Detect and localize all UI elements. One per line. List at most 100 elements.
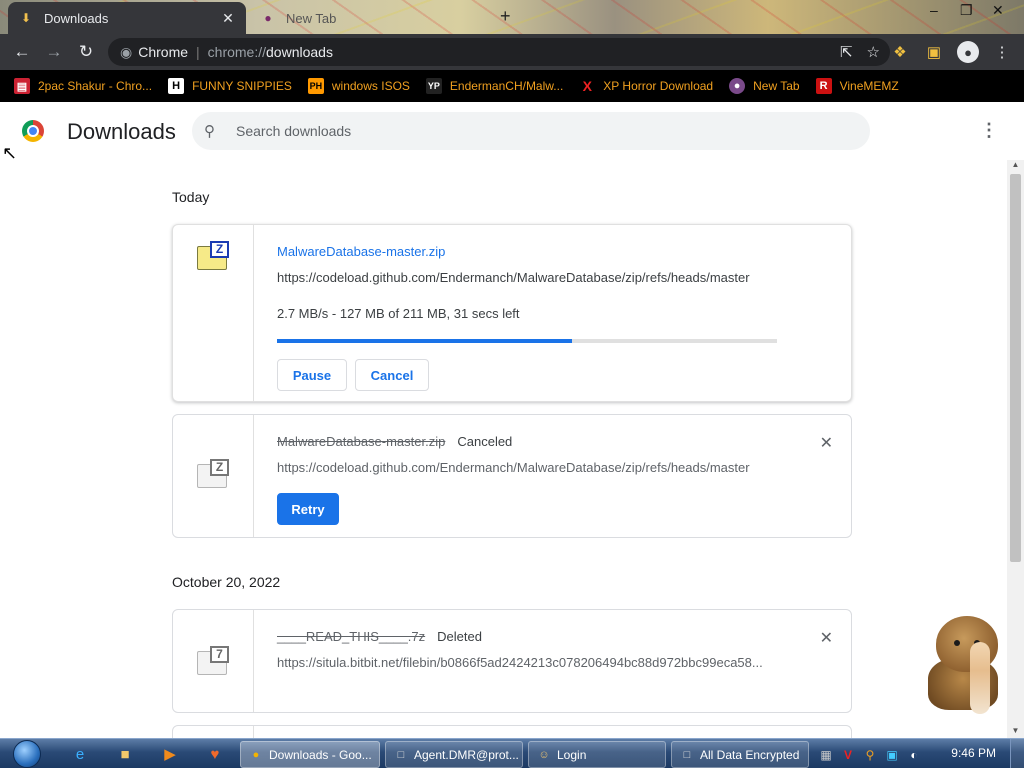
tray-app-icon[interactable]: ▦ xyxy=(818,747,834,763)
bookmark-item[interactable]: ● New Tab xyxy=(729,78,800,94)
extensions-puzzle-icon[interactable]: ❖ xyxy=(886,36,914,68)
remove-from-list-icon[interactable]: ✕ xyxy=(820,433,833,453)
chrome-icon: ● xyxy=(252,748,260,761)
r-icon: R xyxy=(815,78,832,94)
close-window-icon[interactable]: ✕ xyxy=(992,2,1004,19)
taskbar-item-login[interactable]: ☺ Login xyxy=(528,741,666,768)
internet-explorer-icon[interactable]: e xyxy=(66,742,94,766)
scroll-up-arrow-icon[interactable]: ▲ xyxy=(1007,160,1024,172)
pause-button[interactable]: Pause xyxy=(277,359,347,391)
tray-volume-icon[interactable]: ◐ xyxy=(906,747,922,763)
restore-icon[interactable]: ❐ xyxy=(960,2,973,19)
bookmark-item[interactable]: ▤ 2pac Shakur - Chro... xyxy=(14,78,152,94)
bookmark-item[interactable]: PH windows ISOS xyxy=(307,78,410,94)
taskbar-item-agent[interactable]: □ Agent.DMR@prot... xyxy=(385,741,523,768)
address-bar[interactable]: ◉ Chrome | chrome:// downloads ⇱ ☆ xyxy=(108,38,890,66)
separator: | xyxy=(196,44,200,60)
search-icon: ⚲ xyxy=(204,123,215,140)
progress-status: 2.7 MB/s - 127 MB of 211 MB, 31 secs lef… xyxy=(277,306,520,321)
clock[interactable]: 9:46 PM xyxy=(951,746,996,760)
new-tab-plus-icon[interactable]: + xyxy=(500,6,511,27)
bookmark-label: FUNNY SNIPPIES xyxy=(192,79,292,93)
file-url[interactable]: https://codeload.github.com/Endermanch/M… xyxy=(277,460,777,475)
chrome-site-icon: ◉ xyxy=(120,43,133,60)
file-icon-column: Z xyxy=(173,225,254,401)
app-pinned-icon[interactable]: ♥ xyxy=(201,742,229,766)
scroll-down-arrow-icon[interactable]: ▼ xyxy=(1007,726,1024,738)
more-actions-icon[interactable]: ⋮ xyxy=(980,120,998,141)
file-name-text: ____READ_THIS____.7z xyxy=(277,629,426,644)
file-name-link[interactable]: MalwareDatabase-master.zip xyxy=(277,244,445,259)
chrome-logo-icon xyxy=(22,120,44,142)
user-icon: ☺ xyxy=(538,748,550,761)
forward-arrow-icon[interactable]: → xyxy=(38,36,70,68)
globe-icon: ● xyxy=(729,78,746,94)
search-box[interactable]: ⚲ xyxy=(192,112,870,150)
site-label: Chrome xyxy=(138,44,189,60)
desktop-mascot[interactable] xyxy=(918,612,1006,714)
url-path: downloads xyxy=(266,44,333,60)
cancel-button[interactable]: Cancel xyxy=(355,359,429,391)
7z-file-icon: 7 xyxy=(197,646,229,676)
side-panel-icon[interactable]: ▣ xyxy=(920,36,948,68)
folder-icon[interactable]: ■ xyxy=(111,742,139,766)
bookmark-item[interactable]: YP EndermanCH/Malw... xyxy=(425,78,564,94)
tab-strip: ⬇ Downloads ✕ ● New Tab + – ❐ ✕ xyxy=(0,0,1024,34)
bookmark-item[interactable]: X XP Horror Download xyxy=(579,78,714,94)
reload-icon[interactable]: ↻ xyxy=(70,36,102,68)
bookmark-item[interactable]: R VineMEMZ xyxy=(815,78,899,94)
remove-from-list-icon[interactable]: ✕ xyxy=(820,628,833,648)
download-card: Z MalwareDatabase-master.zip https://cod… xyxy=(172,224,852,402)
taskbar-item-chrome[interactable]: ● Downloads - Goo... xyxy=(240,741,380,768)
file-icon-column: Z xyxy=(173,415,254,537)
download-card xyxy=(172,725,852,738)
bookmark-label: EndermanCH/Malw... xyxy=(449,79,564,93)
status-label: Canceled xyxy=(457,434,513,449)
tray-search-icon[interactable]: ⚲ xyxy=(862,747,878,763)
downloads-page: Downloads ⚲ ⋮ Today Z MalwareDatabase-ma… xyxy=(0,102,1024,738)
file-name-text: MalwareDatabase-master.zip xyxy=(277,434,446,449)
task-label: All Data Encrypted xyxy=(700,747,800,762)
search-input[interactable] xyxy=(236,123,836,139)
show-desktop-button[interactable] xyxy=(1010,739,1024,768)
globe-icon: ● xyxy=(264,11,272,25)
profile-avatar[interactable]: ● xyxy=(954,36,982,68)
person-icon: ● xyxy=(957,41,979,63)
task-label: Agent.DMR@prot... xyxy=(414,747,519,762)
x-icon: X xyxy=(582,78,592,94)
h-icon: H xyxy=(168,78,185,94)
date-heading: October 20, 2022 xyxy=(172,574,281,590)
ph-icon: PH xyxy=(307,78,324,94)
close-tab-icon[interactable]: ✕ xyxy=(220,10,236,27)
page-title: Downloads xyxy=(67,119,176,144)
pdf-icon: ▤ xyxy=(14,78,30,94)
scroll-thumb[interactable] xyxy=(1010,174,1021,562)
zip-file-icon: Z xyxy=(197,459,229,489)
task-label: Downloads - Goo... xyxy=(269,747,372,762)
progress-bar xyxy=(277,339,777,343)
back-arrow-icon[interactable]: ← xyxy=(6,36,38,68)
file-url[interactable]: https://codeload.github.com/Endermanch/M… xyxy=(277,270,777,285)
page-scrollbar[interactable]: ▲ ▼ xyxy=(1007,160,1024,738)
start-button[interactable] xyxy=(8,739,46,768)
retry-button[interactable]: Retry xyxy=(277,493,339,525)
tab-title: Downloads xyxy=(44,10,109,26)
file-url[interactable]: https://situla.bitbit.net/filebin/b0866f… xyxy=(277,655,777,670)
media-player-icon[interactable]: ▶ xyxy=(156,742,184,766)
tray-network-icon[interactable]: ▣ xyxy=(884,747,900,763)
bookmark-item[interactable]: H FUNNY SNIPPIES xyxy=(168,78,292,94)
browser-toolbar: ← → ↻ ◉ Chrome | chrome:// downloads ⇱ ☆… xyxy=(0,34,1024,70)
share-icon[interactable]: ⇱ xyxy=(840,43,853,61)
bookmark-label: 2pac Shakur - Chro... xyxy=(38,79,153,93)
mascot-figure xyxy=(970,642,990,714)
tray-v-icon[interactable]: V xyxy=(840,747,856,763)
file-icon-column: 7 xyxy=(173,610,254,712)
bookmark-label: windows ISOS xyxy=(331,79,410,93)
minimize-icon[interactable]: – xyxy=(930,2,938,18)
tab-new-tab[interactable]: ● New Tab xyxy=(250,2,480,34)
taskbar-item-encrypted[interactable]: □ All Data Encrypted xyxy=(671,741,809,768)
bookmark-star-icon[interactable]: ☆ xyxy=(867,43,880,61)
tab-downloads[interactable]: ⬇ Downloads ✕ xyxy=(8,2,246,34)
yp-icon: YP xyxy=(425,78,442,94)
browser-menu-icon[interactable]: ⋮ xyxy=(988,36,1016,68)
